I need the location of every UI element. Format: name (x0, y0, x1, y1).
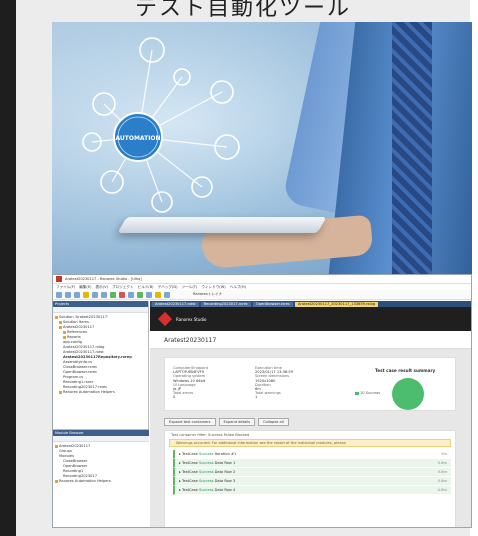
app-logo-icon (56, 276, 62, 282)
tab-rxtst[interactable]: Aratest20230117.rxtst (152, 302, 199, 307)
toolbar-right-label[interactable]: Ranorexトレイナ (193, 292, 222, 297)
tree-item[interactable]: Ranorex Automation Helpers (55, 479, 147, 484)
automation-hero-image: AUTOMATION (52, 22, 472, 274)
menu-item[interactable]: 編集(E) (79, 285, 91, 290)
test-case-row[interactable]: ▸ TestCase Success Data Row 3 0.8m (173, 477, 451, 486)
tab-report[interactable]: Aratest20230117_20230117_133659.rxlog (294, 302, 379, 307)
collapse-all-button[interactable]: Collapse all (258, 418, 289, 426)
new-icon[interactable] (56, 291, 62, 298)
save-icon[interactable] (74, 291, 80, 298)
module-tree: Aratest20230117 Groups Modules CloseBrow… (53, 442, 149, 486)
result-summary-title: Test case result summary (375, 368, 436, 373)
window-title: Aratest20230117 - Ranorex Studio - [Ulha… (65, 277, 142, 281)
bug-icon[interactable] (155, 291, 161, 298)
settings-icon[interactable] (146, 291, 152, 298)
window-titlebar: Aratest20230117 - Ranorex Studio - [Ulha… (53, 275, 471, 284)
result-pie-chart (392, 378, 424, 410)
workspace: Projects Solution 'Aratest20230117' Solu… (53, 301, 471, 527)
document-area: Aratest20230117.rxtst Recording2023017.r… (150, 301, 471, 527)
test-case-row[interactable]: ▸ TestCase Success Data Row 1 0.8m (173, 459, 451, 468)
expand-details-button[interactable]: Expand details (218, 418, 256, 426)
page: テスト自動化ツール AUTOMATION Aratest20230117 - R… (0, 0, 478, 536)
layout-icon[interactable] (164, 291, 170, 298)
menu-item[interactable]: ヘルプ(H) (230, 285, 246, 290)
tree-item[interactable]: Ranorex Automation Helpers (55, 390, 146, 395)
cut-icon[interactable] (92, 291, 98, 298)
folder-icon[interactable] (83, 291, 89, 298)
report-banner: Ranorex Studio (150, 307, 471, 331)
container-filter[interactable]: Test container filter: Success Failed Bl… (165, 431, 455, 439)
banner-title: Ranorex Studio (176, 316, 207, 322)
copy-icon[interactable] (101, 291, 107, 298)
ranorex-studio-window: Aratest20230117 - Ranorex Studio - [Ulha… (52, 274, 472, 528)
heading-text: テスト自動化ツール (134, 0, 351, 21)
report-buttons: Expand test containers Expand details Co… (164, 418, 289, 426)
module-browser-panel: Module Browser Aratest20230117 Groups Mo… (53, 429, 149, 527)
result-legend: 10 Success (355, 391, 380, 395)
menu-item[interactable]: プロジェクト (112, 285, 134, 290)
open-icon[interactable] (65, 291, 71, 298)
menu-item[interactable]: ビルド(B) (138, 285, 154, 290)
test-case-row[interactable]: ▸ TestCase Success Data Row 4 0.8m (173, 486, 451, 495)
summary-left-column: Computer/Endpoint LAPTOP-6B4FVF9 Operatin… (173, 366, 209, 400)
menu-item[interactable]: 表示(V) (96, 285, 108, 290)
warning-banner: Warnings occurred. For additional inform… (169, 439, 451, 447)
menu-item[interactable]: デバッグ(D) (158, 285, 178, 290)
toolbar: Ranorexトレイナ (53, 290, 471, 300)
record-icon[interactable] (119, 291, 125, 298)
summary-card: Computer/Endpoint LAPTOP-6B4FVF9 Operatin… (164, 357, 456, 411)
menu-item[interactable]: ファイル(F) (56, 285, 75, 290)
menu-item[interactable]: ツール(T) (182, 285, 198, 290)
ranorex-logo-icon (157, 311, 173, 327)
test-results: Test container filter: Success Failed Bl… (164, 430, 456, 527)
test-case-row[interactable]: ▸ TestCase Success Iteration #1 5m (173, 450, 451, 459)
project-tree: Solution 'Aratest20230117' Solution Item… (53, 313, 148, 397)
report-title: Aratest20230117 (150, 331, 471, 349)
page-heading: テスト自動化ツール (16, 0, 470, 22)
hub-label: AUTOMATION (115, 135, 160, 142)
expand-containers-button[interactable]: Expand test containers (164, 418, 216, 426)
tab-openbrowser[interactable]: OpenBrowser.rxrec (252, 302, 293, 307)
test-case-row[interactable]: ▸ TestCase Success Data Row 2 0.8m (173, 468, 451, 477)
build-icon[interactable] (137, 291, 143, 298)
summary-right-column: Execution time 2023/01/17 13:36:59 Screen… (255, 366, 293, 400)
spy-icon[interactable] (128, 291, 134, 298)
left-dark-bar (0, 0, 16, 536)
tab-recording[interactable]: Recording2023017.rxrec (200, 302, 251, 307)
automation-network-graphic: AUTOMATION (82, 37, 240, 213)
run-icon[interactable] (110, 291, 116, 298)
menu-item[interactable]: ウィンドウ(W) (201, 285, 225, 290)
